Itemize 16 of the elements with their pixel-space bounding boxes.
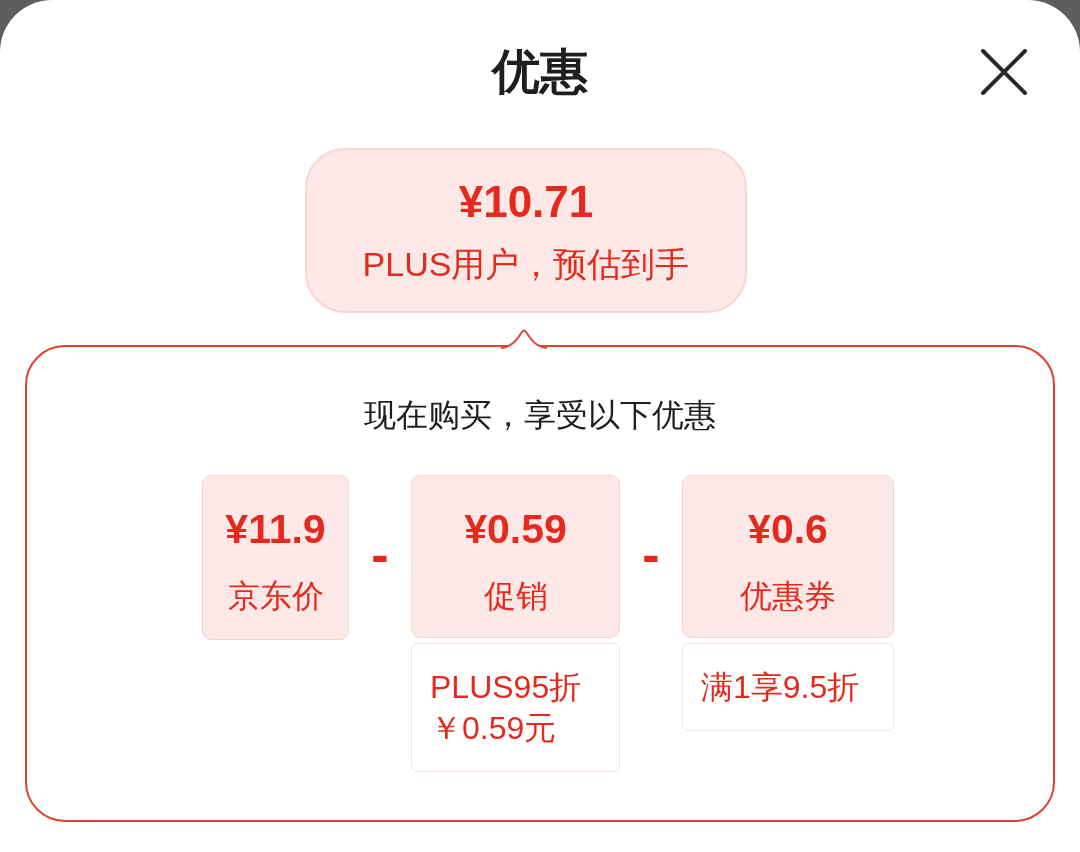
estimate-caption: PLUS用户，预估到手	[362, 244, 690, 284]
minus-sign: -	[371, 528, 389, 585]
detail-text: PLUS95折 ￥0.59元	[430, 668, 583, 748]
amount-label: 京东价	[227, 577, 324, 616]
amount-value: ¥0.6	[748, 505, 828, 553]
close-button[interactable]	[980, 48, 1028, 96]
amount-value: ¥0.59	[464, 505, 567, 553]
sheet-title: 优惠	[492, 46, 588, 98]
estimate-amount: ¥10.71	[458, 178, 594, 226]
panel-heading: 现在购买，享受以下优惠	[364, 396, 716, 435]
minus-sign: -	[642, 528, 660, 585]
amount-label: 优惠券	[740, 577, 836, 616]
detail-text: 满1享9.5折	[701, 668, 861, 707]
amount-label: 促销	[483, 577, 548, 616]
close-icon	[981, 49, 1027, 95]
amount-value: ¥11.9	[225, 505, 326, 553]
